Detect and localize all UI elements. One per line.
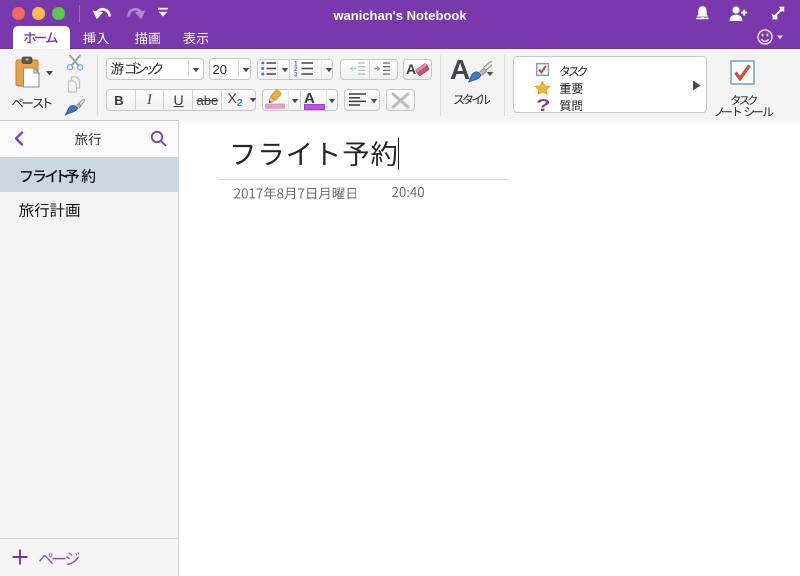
svg-text:A: A bbox=[406, 61, 416, 77]
svg-text:3: 3 bbox=[294, 72, 298, 77]
